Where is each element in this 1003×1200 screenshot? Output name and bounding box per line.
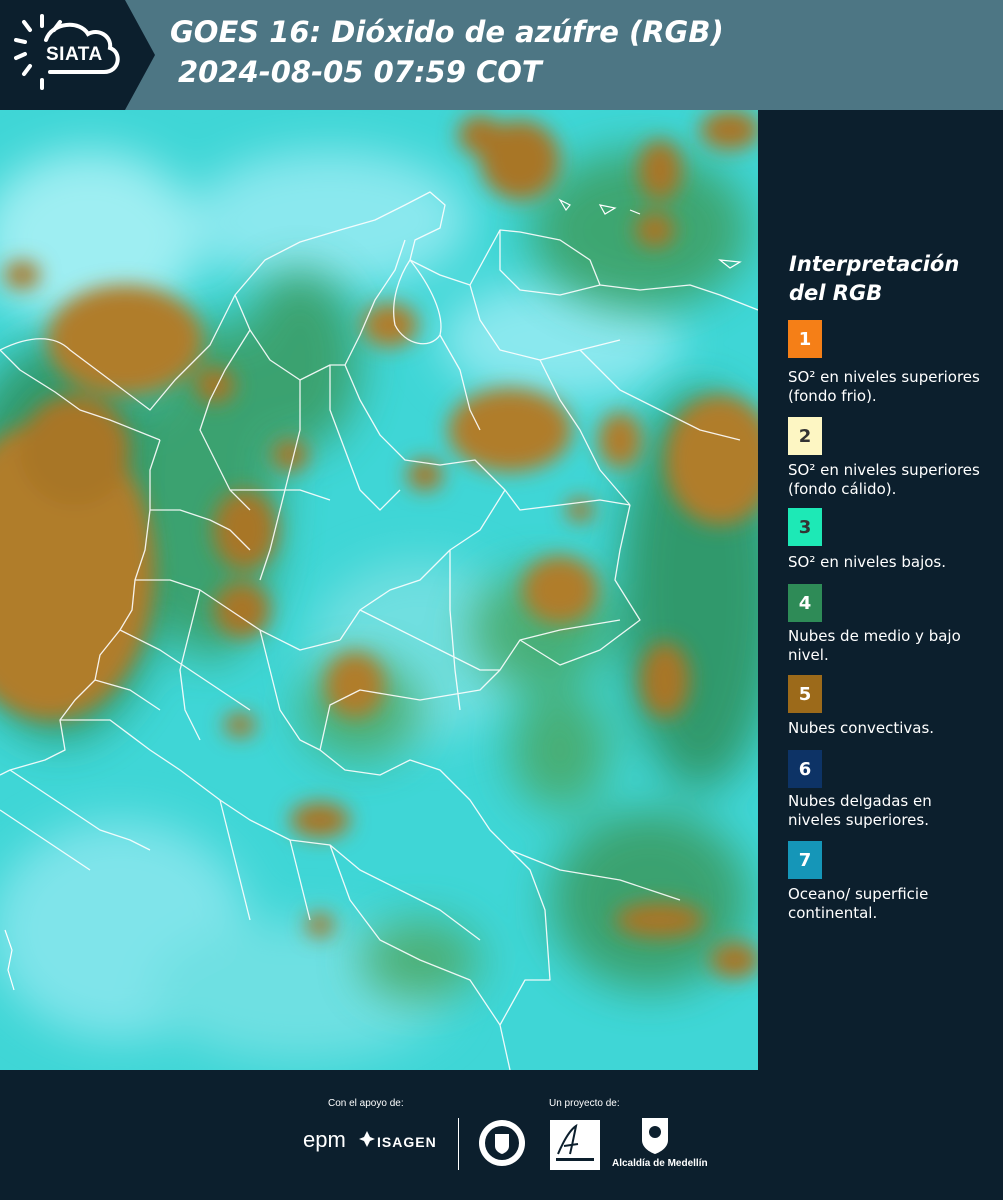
alcaldia-logo-text: Alcaldía de Medellín <box>612 1158 708 1169</box>
legend-panel: Interpretación del RGB 1 SO² en niveles … <box>758 110 1003 1070</box>
project-label: Un proyecto de: <box>549 1098 620 1109</box>
legend-text-3: SO² en niveles bajos. <box>788 553 947 571</box>
page-title: GOES 16: Dióxido de azúfre (RGB) <box>170 15 724 49</box>
footer: Con el apoyo de: Un proyecto de: epm ISA… <box>0 1070 1003 1200</box>
satellite-map[interactable] <box>0 110 758 1070</box>
isagen-icon <box>359 1131 375 1147</box>
legend-text-5: Nubes convectivas. <box>788 719 935 737</box>
siata-logo[interactable]: SIATA <box>0 0 155 110</box>
legend-swatch-4: 4 <box>788 584 822 622</box>
page-timestamp: 2024-08-05 07:59 COT <box>178 55 542 89</box>
legend-text-7: Oceano/ superficie continental. <box>788 885 929 922</box>
area-metropolitana-logo[interactable] <box>550 1120 600 1170</box>
legend-swatch-7: 7 <box>788 841 822 879</box>
legend-swatch-1: 1 <box>788 320 822 358</box>
satellite-image <box>0 110 758 1070</box>
legend-title: Interpretación del RGB <box>789 252 960 305</box>
medellin-seal-icon[interactable] <box>477 1118 527 1168</box>
footer-divider <box>458 1118 459 1170</box>
alcaldia-shield-icon[interactable] <box>638 1116 672 1156</box>
support-label: Con el apoyo de: <box>328 1098 404 1109</box>
isagen-logo[interactable]: ISAGEN <box>377 1134 437 1150</box>
legend-swatch-6: 6 <box>788 750 822 788</box>
legend-text-1: SO² en niveles superiores (fondo frio). <box>788 368 980 405</box>
legend-text-6: Nubes delgadas en niveles superiores. <box>788 792 932 829</box>
legend-swatch-3: 3 <box>788 508 822 546</box>
siata-logo-text: SIATA <box>46 44 103 65</box>
legend-text-2: SO² en niveles superiores (fondo cálido)… <box>788 461 980 498</box>
epm-logo[interactable]: epm <box>303 1127 346 1153</box>
legend-swatch-5: 5 <box>788 675 822 713</box>
legend-swatch-2: 2 <box>788 417 822 455</box>
legend-text-4: Nubes de medio y bajo nivel. <box>788 627 961 664</box>
header-bar: SIATA GOES 16: Dióxido de azúfre (RGB) 2… <box>0 0 1003 110</box>
